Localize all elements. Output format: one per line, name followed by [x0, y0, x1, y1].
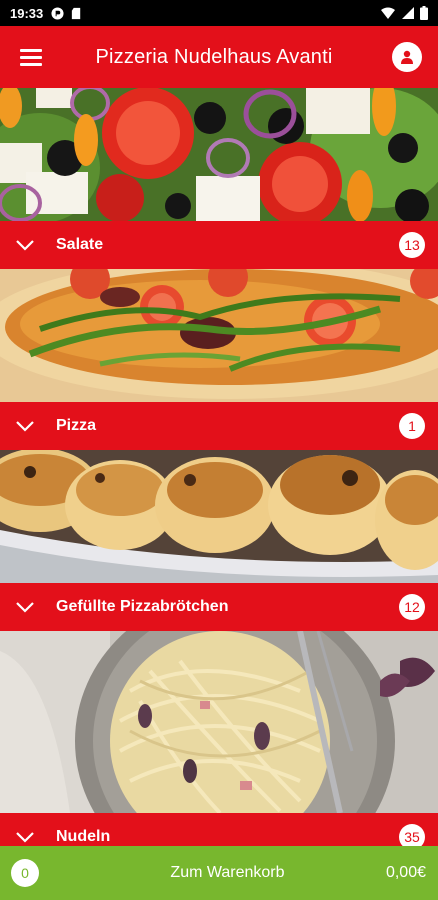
- category-name: Pizza: [56, 417, 97, 434]
- category-nudeln[interactable]: Nudeln 35: [0, 631, 438, 846]
- account-icon: [392, 42, 422, 72]
- hamburger-menu-icon: [20, 49, 42, 66]
- category-salate[interactable]: Salate 13: [0, 88, 438, 269]
- category-count-badge: 35: [399, 824, 425, 846]
- chevron-down-icon: [0, 601, 50, 613]
- app-notification-icon: [51, 6, 64, 20]
- category-name: Salate: [56, 236, 104, 253]
- category-gefuellte-pizzabroetchen[interactable]: Gefüllte Pizzabrötchen 12: [0, 450, 438, 631]
- category-count-badge: 13: [399, 232, 425, 258]
- category-bar[interactable]: Nudeln 35: [0, 813, 438, 846]
- chevron-down-icon: [0, 831, 50, 843]
- category-pizza[interactable]: Pizza 1: [0, 269, 438, 450]
- category-count-badge: 12: [399, 594, 425, 620]
- category-bar[interactable]: Gefüllte Pizzabrötchen 12: [0, 583, 438, 631]
- account-button[interactable]: [376, 26, 438, 88]
- salad-photo: [0, 88, 438, 221]
- cart-total: 0,00€: [385, 864, 426, 881]
- app-bar: Pizzeria Nudelhaus Avanti: [0, 26, 438, 88]
- pizza-rolls-photo: [0, 450, 438, 583]
- category-bar[interactable]: Salate 13: [0, 221, 438, 269]
- category-name: Nudeln: [56, 828, 111, 845]
- status-bar: 19:33: [0, 0, 438, 26]
- app-title: Pizzeria Nudelhaus Avanti: [95, 45, 333, 68]
- category-list[interactable]: Salate 13 Pizza 1 Gefüllte Pizzabrötchen…: [0, 88, 438, 846]
- category-bar[interactable]: Pizza 1: [0, 402, 438, 450]
- signal-icon: [402, 7, 414, 19]
- category-count-badge: 1: [399, 413, 425, 439]
- cart-button[interactable]: 0 Zum Warenkorb 0,00€: [0, 846, 438, 900]
- battery-icon: [420, 6, 428, 20]
- chevron-down-icon: [0, 420, 50, 432]
- sd-card-icon: [72, 7, 81, 19]
- category-name: Gefüllte Pizzabrötchen: [56, 598, 229, 615]
- cart-label: Zum Warenkorb: [170, 864, 285, 881]
- pasta-photo: [0, 631, 438, 813]
- status-time: 19:33: [10, 5, 44, 21]
- wifi-icon: [381, 7, 395, 19]
- chevron-down-icon: [0, 239, 50, 251]
- pizza-photo: [0, 269, 438, 402]
- cart-count-badge: 0: [11, 859, 39, 887]
